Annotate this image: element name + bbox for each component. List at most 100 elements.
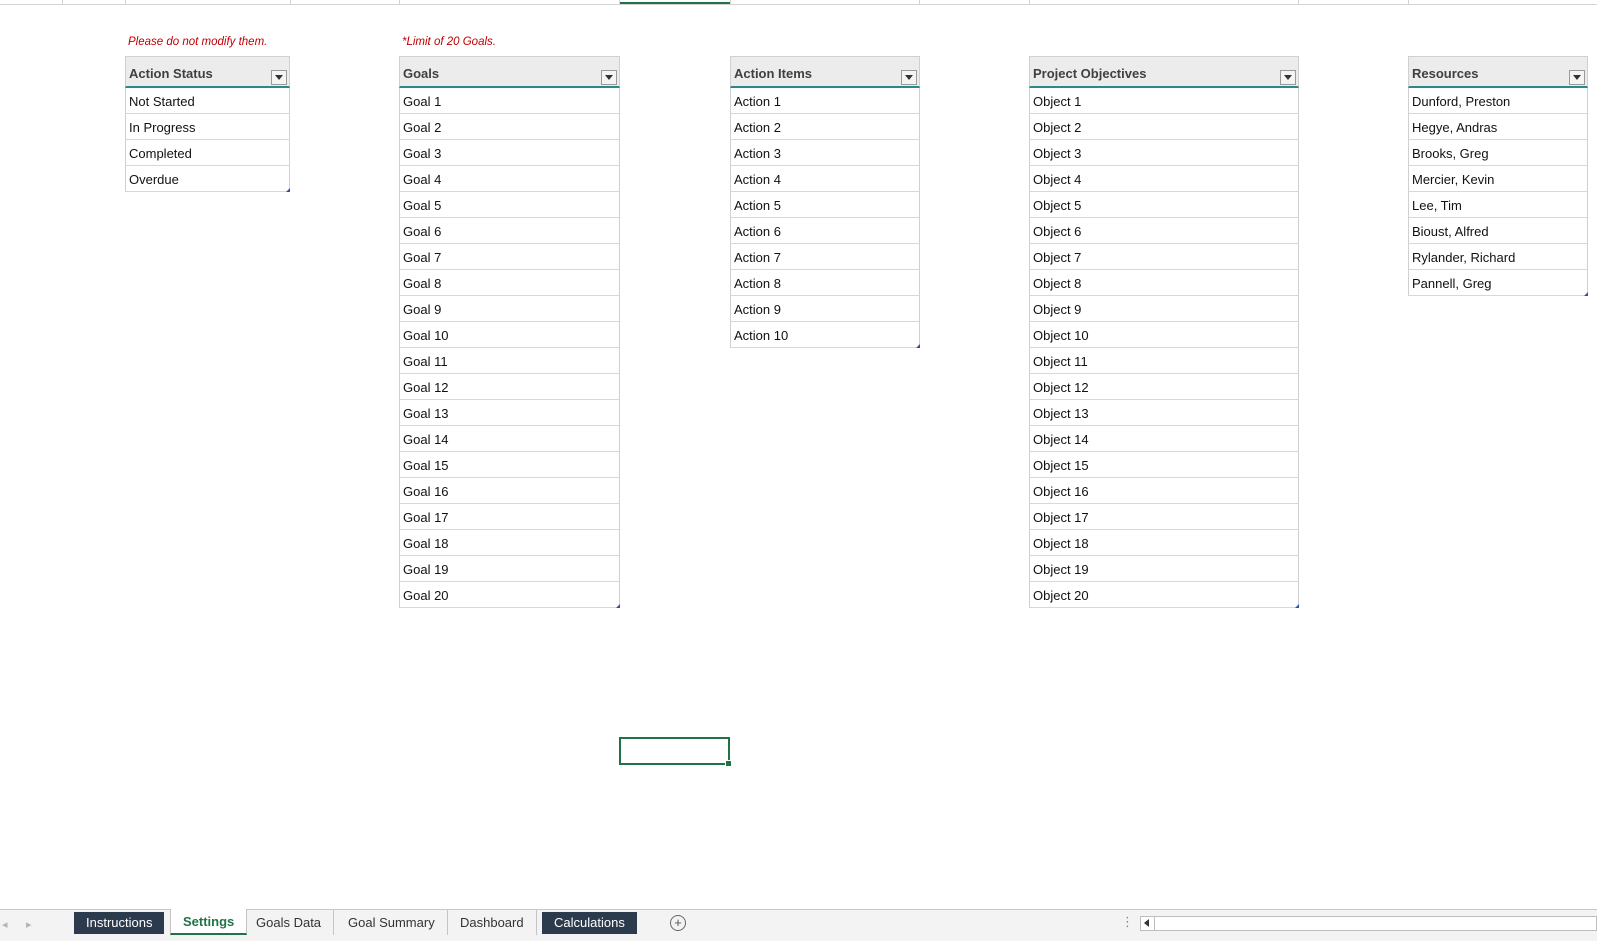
table-row[interactable]: Object 13 [1029,400,1299,426]
table-row[interactable]: In Progress [125,114,290,140]
table-row[interactable]: Goal 13 [399,400,620,426]
filter-dropdown-icon[interactable] [901,70,917,85]
table-row[interactable]: Brooks, Greg [1408,140,1588,166]
table-row[interactable]: Object 3 [1029,140,1299,166]
table-row[interactable]: Goal 12 [399,374,620,400]
table-row[interactable]: Action 6 [730,218,920,244]
tab-splitter-handle[interactable]: ⋮ [1121,914,1134,930]
table-resize-handle[interactable] [1295,604,1299,608]
scroll-left-arrow-icon[interactable] [1141,917,1155,930]
table-row[interactable]: Goal 17 [399,504,620,530]
goals-limit-note: *Limit of 20 Goals. [402,36,496,48]
table-row[interactable]: Object 19 [1029,556,1299,582]
table-row[interactable]: Object 15 [1029,452,1299,478]
table-row[interactable]: Action 5 [730,192,920,218]
table-header-label: Resources [1412,66,1479,81]
table-row[interactable]: Goal 15 [399,452,620,478]
table-resize-handle[interactable] [616,604,620,608]
scroll-tabs-right-icon[interactable]: ▸ [26,918,32,931]
table-row[interactable]: Object 12 [1029,374,1299,400]
table-row[interactable]: Bioust, Alfred [1408,218,1588,244]
table-row[interactable]: Object 4 [1029,166,1299,192]
sheet-tab-calculations[interactable]: Calculations [542,912,637,934]
table-row[interactable]: Dunford, Preston [1408,88,1588,114]
table-row[interactable]: Action 1 [730,88,920,114]
table-row[interactable]: Object 5 [1029,192,1299,218]
table-row[interactable]: Action 4 [730,166,920,192]
table-header-label: Project Objectives [1033,66,1147,81]
scroll-tabs-left-icon[interactable]: ◂ [2,918,8,931]
table-row[interactable]: Object 20 [1029,582,1299,608]
table-row[interactable]: Action 7 [730,244,920,270]
sheet-tab-goals-data[interactable]: Goals Data [244,910,335,935]
table-row[interactable]: Goal 1 [399,88,620,114]
table-header-label: Action Items [734,66,813,81]
filter-dropdown-icon[interactable] [601,70,617,85]
table-resize-handle[interactable] [916,344,920,348]
table-row[interactable]: Action 9 [730,296,920,322]
table-row[interactable]: Goal 2 [399,114,620,140]
table-row[interactable]: Goal 9 [399,296,620,322]
table-row[interactable]: Goal 19 [399,556,620,582]
table-row[interactable]: Overdue [125,166,290,192]
table-row[interactable]: Goal 14 [399,426,620,452]
column-divider [290,0,291,4]
table-row[interactable]: Lee, Tim [1408,192,1588,218]
column-divider [62,0,63,4]
table-action-items: Action Items Action 1 Action 2 Action 3 Act… [730,56,920,348]
table-row[interactable]: Goal 16 [399,478,620,504]
table-row[interactable]: Object 10 [1029,322,1299,348]
filter-dropdown-icon[interactable] [271,70,287,85]
table-row[interactable]: Goal 5 [399,192,620,218]
table-row[interactable]: Goal 7 [399,244,620,270]
table-row[interactable]: Action 3 [730,140,920,166]
table-row[interactable]: Object 2 [1029,114,1299,140]
table-header-label: Action Status [129,66,213,81]
table-row[interactable]: Goal 3 [399,140,620,166]
table-header-label: Goals [403,66,440,81]
table-row[interactable]: Rylander, Richard [1408,244,1588,270]
table-resize-handle[interactable] [286,188,290,192]
filter-dropdown-icon[interactable] [1569,70,1585,85]
sheet-tab-instructions[interactable]: Instructions [74,912,165,934]
table-row[interactable]: Goal 6 [399,218,620,244]
table-resize-handle[interactable] [1584,292,1588,296]
table-row[interactable]: Object 11 [1029,348,1299,374]
sheet-tab-bar: ◂ ▸ Instructions Settings Goals Data Goa… [0,909,1597,941]
table-body: Action 1 Action 2 Action 3 Action 4 Action 5… [730,88,920,348]
table-row[interactable]: Action 10 [730,322,920,348]
table-row[interactable]: Goal 4 [399,166,620,192]
table-row[interactable]: Object 6 [1029,218,1299,244]
table-row[interactable]: Goal 18 [399,530,620,556]
table-row[interactable]: Object 17 [1029,504,1299,530]
table-action-status: Action Status Not Started In Progress Comp… [125,56,290,192]
table-goals: Goals Goal 1 Goal 2 Goal 3 Goal 4 Goal 5 Goal… [399,56,620,608]
table-row[interactable]: Object 9 [1029,296,1299,322]
table-row[interactable]: Object 7 [1029,244,1299,270]
table-row[interactable]: Object 16 [1029,478,1299,504]
selected-cell[interactable] [619,737,732,767]
horizontal-scrollbar[interactable] [1140,916,1597,931]
table-row[interactable]: Goal 8 [399,270,620,296]
table-row[interactable]: Pannell, Greg [1408,270,1588,296]
sheet-tab-dashboard[interactable]: Dashboard [448,910,537,935]
table-row[interactable]: Object 18 [1029,530,1299,556]
column-divider [1029,0,1030,4]
table-row[interactable]: Action 2 [730,114,920,140]
table-row[interactable]: Object 14 [1029,426,1299,452]
table-row[interactable]: Not Started [125,88,290,114]
table-row[interactable]: Action 8 [730,270,920,296]
table-row[interactable]: Object 8 [1029,270,1299,296]
table-row[interactable]: Mercier, Kevin [1408,166,1588,192]
filter-dropdown-icon[interactable] [1280,70,1296,85]
sheet-tab-settings[interactable]: Settings [170,909,248,935]
table-row[interactable]: Goal 10 [399,322,620,348]
table-row[interactable]: Completed [125,140,290,166]
table-row[interactable]: Goal 11 [399,348,620,374]
table-row[interactable]: Object 1 [1029,88,1299,114]
sheet-tab-goal-summary[interactable]: Goal Summary [336,910,448,935]
add-sheet-icon[interactable]: + [670,915,686,931]
column-divider [730,0,731,4]
table-row[interactable]: Goal 20 [399,582,620,608]
table-row[interactable]: Hegye, Andras [1408,114,1588,140]
